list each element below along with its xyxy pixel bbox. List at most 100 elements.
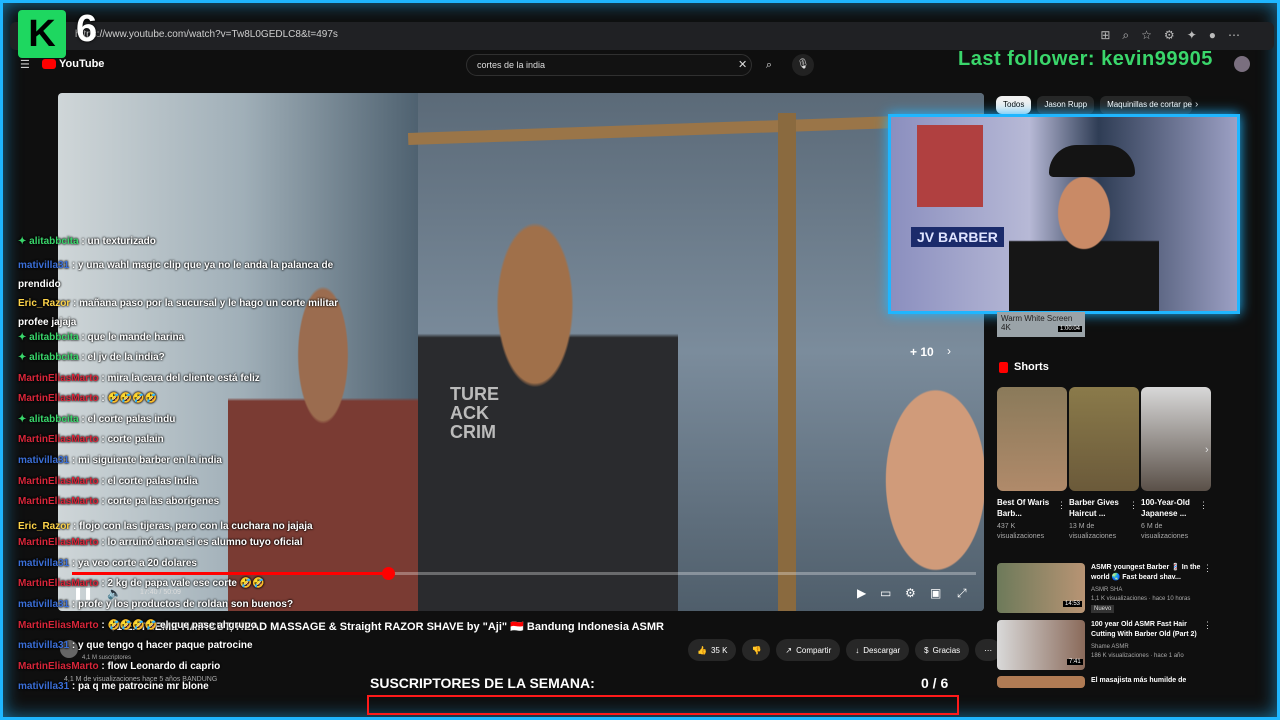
chat-username[interactable]: mativilla31 xyxy=(18,681,69,692)
search-button[interactable]: ⌕ xyxy=(756,54,782,76)
chat-username[interactable]: MartinEliasMarto xyxy=(18,620,99,631)
settings-gear-icon[interactable]: ⚙ xyxy=(905,586,916,600)
chat-text: : que le mande harina xyxy=(78,332,185,343)
video-frame-woman xyxy=(228,283,418,611)
chat-message: mativilla31 : pa q me patrocine mr blone xyxy=(18,681,209,692)
short-title-3[interactable]: 100-Year-Old Japanese ... xyxy=(1141,497,1201,519)
short-title-1[interactable]: Best Of Waris Barb... xyxy=(997,497,1057,519)
wall-art xyxy=(917,125,983,207)
thanks-button[interactable]: $ Gracias xyxy=(915,639,970,661)
chat-text: : el jv de la india? xyxy=(78,352,165,363)
settings-icon[interactable]: ⚙ xyxy=(1164,28,1175,43)
short-more-icon-3[interactable]: ⋮ xyxy=(1199,500,1208,511)
share-button[interactable]: ↗ Compartir xyxy=(776,639,841,661)
chat-text: : un texturizado xyxy=(78,236,156,247)
voice-search-icon[interactable]: 🎙 xyxy=(792,54,814,76)
chat-username[interactable]: alitabbcita xyxy=(29,352,78,363)
short-more-icon-2[interactable]: ⋮ xyxy=(1129,500,1138,511)
chat-username[interactable]: MartinEliasMarto xyxy=(18,476,99,487)
chat-text: : flow Leonardo di caprio xyxy=(98,661,221,672)
extension-icon[interactable]: ⊞ xyxy=(1100,28,1110,43)
chat-username[interactable]: alitabbcita xyxy=(29,414,78,425)
skip-forward-label[interactable]: + 10 xyxy=(910,345,934,359)
chat-username[interactable]: MartinEliasMarto xyxy=(18,661,99,672)
download-label: Descargar xyxy=(863,645,901,655)
streamer xyxy=(1009,157,1159,311)
rec-thumb-3[interactable] xyxy=(997,676,1085,688)
short-card-2[interactable] xyxy=(1069,387,1139,491)
video-frame-client xyxy=(863,373,984,611)
chat-username[interactable]: mativilla31 xyxy=(18,558,69,569)
chat-username[interactable]: alitabbcita xyxy=(29,332,78,343)
rec-title-2[interactable]: 100 year Old ASMR Fast Hair Cutting With… xyxy=(1091,620,1203,640)
chat-username[interactable]: MartinEliasMarto xyxy=(18,393,99,404)
channel-number: 6 xyxy=(76,8,98,50)
chip-todos[interactable]: Todos xyxy=(996,96,1032,114)
thanks-icon: $ xyxy=(924,645,929,655)
address-bar[interactable]: https://www.youtube.com/watch?v=Tw8L0GED… xyxy=(75,29,338,40)
side-thumb-duration: 1:00:04 xyxy=(1058,326,1083,332)
filter-chips: Todos Jason Rupp Maquinillas de cortar p… xyxy=(996,96,1193,114)
shirt-print: TURE ACK CRIM xyxy=(450,384,499,442)
like-button[interactable]: 👍 35 K xyxy=(688,639,737,661)
star-icon[interactable]: ☆ xyxy=(1141,28,1152,43)
share-icon: ↗ xyxy=(785,645,793,655)
chat-username[interactable]: alitabbcita xyxy=(29,236,78,247)
rec-more-icon-2[interactable]: ⋮ xyxy=(1203,620,1212,631)
account-avatar[interactable] xyxy=(1234,56,1250,72)
chat-message: MartinEliasMarto : el corte palas India xyxy=(18,476,198,487)
side-thumb-sub: 4K xyxy=(1001,323,1011,332)
clear-search-icon[interactable]: ✕ xyxy=(738,58,747,71)
dislike-button[interactable]: 👎 xyxy=(742,639,771,661)
autoplay-toggle[interactable]: ▶ xyxy=(857,586,866,600)
thumbs-up-icon: 👍 xyxy=(697,645,707,655)
subtitles-icon[interactable]: ▭ xyxy=(880,586,891,600)
rec-title-3[interactable]: El masajista más humilde de xyxy=(1091,676,1203,686)
chip-jason-rupp[interactable]: Jason Rupp xyxy=(1037,96,1095,114)
chat-username[interactable]: mativilla31 xyxy=(18,599,69,610)
chat-message: mativilla31 : ya veo corte a 20 dolares xyxy=(18,558,197,569)
chat-username[interactable]: Eric_Razor xyxy=(18,521,70,532)
hamburger-menu-icon[interactable]: ☰ xyxy=(20,58,30,71)
rec-more-icon-1[interactable]: ⋮ xyxy=(1203,563,1212,574)
like-count: 35 K xyxy=(710,645,728,655)
chevron-right-icon[interactable]: › xyxy=(947,344,951,358)
chat-username[interactable]: MartinEliasMarto xyxy=(18,496,99,507)
miniplayer-icon[interactable]: ▣ xyxy=(930,586,941,600)
chat-message: Eric_Razor : mañana paso por la sucursal… xyxy=(18,294,348,332)
chat-username[interactable]: MartinEliasMarto xyxy=(18,578,99,589)
youtube-logo-text: YouTube xyxy=(59,58,105,70)
chips-next-icon[interactable]: › xyxy=(1195,99,1198,110)
chat-text: : el corte palas India xyxy=(98,476,198,487)
short-card-1[interactable] xyxy=(997,387,1067,491)
download-icon: ↓ xyxy=(855,645,860,655)
zoom-icon[interactable]: ⌕ xyxy=(1122,28,1129,43)
shorts-next-icon[interactable]: › xyxy=(1205,444,1209,456)
chip-maquinillas[interactable]: Maquinillas de cortar pe xyxy=(1100,96,1193,114)
chat-username[interactable]: mativilla31 xyxy=(18,260,69,271)
chat-username[interactable]: mativilla31 xyxy=(18,455,69,466)
chat-message: MartinEliasMarto : 2 kg de papa vale ese… xyxy=(18,578,265,589)
rec-title-1[interactable]: ASMR youngest Barber 💈 In the world 🌏 Fa… xyxy=(1091,563,1203,583)
short-title-2[interactable]: Barber Gives Haircut ... xyxy=(1069,497,1129,519)
chat-username[interactable]: Eric_Razor xyxy=(18,298,70,309)
puzzle-icon[interactable]: ✦ xyxy=(1187,28,1197,43)
chat-username[interactable]: MartinEliasMarto xyxy=(18,373,99,384)
youtube-logo[interactable]: YouTube xyxy=(42,58,104,70)
profile-icon[interactable]: ● xyxy=(1209,28,1216,43)
shorts-label: Shorts xyxy=(1014,361,1049,373)
side-video-thumb[interactable]: Warm White Screen 4K xyxy=(997,312,1085,337)
menu-icon[interactable]: ⋯ xyxy=(1228,28,1240,43)
short-card-3[interactable] xyxy=(1141,387,1211,491)
short-more-icon-1[interactable]: ⋮ xyxy=(1057,500,1066,511)
download-button[interactable]: ↓ Descargar xyxy=(846,639,910,661)
fullscreen-icon[interactable]: ⤢ xyxy=(957,586,967,601)
search-input[interactable]: cortes de la india xyxy=(466,54,752,76)
chat-username[interactable]: MartinEliasMarto xyxy=(18,537,99,548)
chat-username[interactable]: mativilla31 xyxy=(18,640,69,651)
chat-text: : corte pa las aborígenes xyxy=(98,496,220,507)
chat-message: mativilla31 : profe y los productos de r… xyxy=(18,599,293,610)
chat-username[interactable]: MartinEliasMarto xyxy=(18,434,99,445)
last-follower-banner: Last follower: kevin99905 xyxy=(958,48,1213,70)
streamer-cap xyxy=(1049,145,1135,177)
